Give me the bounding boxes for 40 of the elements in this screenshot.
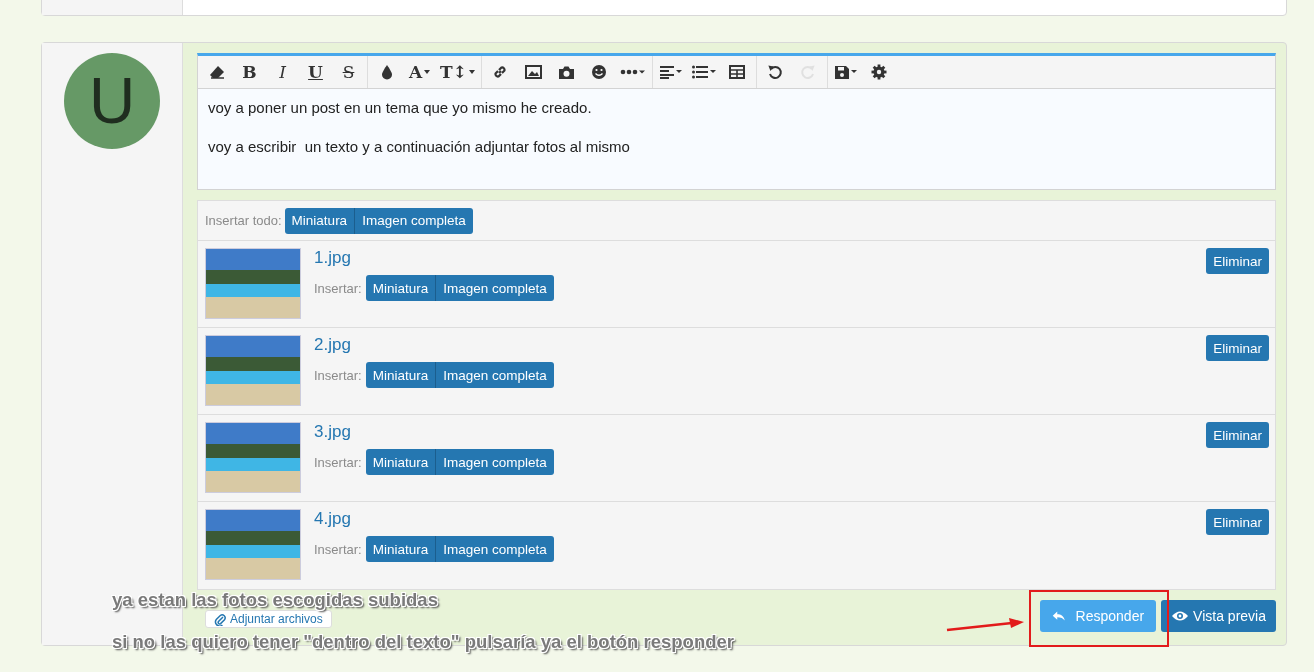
format-button[interactable]: A — [403, 57, 436, 87]
insert-button[interactable]: Miniatura — [365, 536, 436, 562]
paragraph: voy a poner un post en un tema que yo mismo he creado. — [208, 99, 593, 116]
annotation-text: ya estan las fotos escogidas subidas — [112, 589, 438, 610]
insert-button[interactable]: Miniatura — [284, 207, 355, 234]
insert-button[interactable]: Imagen completa — [435, 362, 554, 388]
format-button[interactable]: S — [332, 57, 365, 87]
avatar: U — [64, 53, 160, 149]
annotation-text: si no las quiero tener "dentro del texto" pulsaría ya el botón responder — [112, 631, 734, 652]
format-button[interactable]: U — [299, 57, 332, 87]
insert-label: Insertar: — [314, 541, 362, 557]
eye-icon — [1171, 610, 1190, 622]
insert-button[interactable]: Miniatura — [365, 449, 436, 475]
file-name-link[interactable]: 4.jpg — [314, 509, 351, 529]
insert-label: Insertar: — [314, 367, 362, 383]
format-button[interactable]: T↕ — [436, 57, 479, 87]
reply-button[interactable]: Responder — [1040, 600, 1157, 632]
format-button[interactable]: I — [266, 57, 299, 87]
file-name-link[interactable]: 1.jpg — [314, 248, 351, 268]
file-name-link[interactable]: 3.jpg — [314, 422, 351, 442]
paragraph: voy a escribir un texto y a continuación adjuntar fotos al mismo — [208, 138, 631, 155]
file-name-link[interactable]: 2.jpg — [314, 335, 351, 355]
insert-button[interactable]: Miniatura — [365, 362, 436, 388]
insert-button[interactable]: Imagen completa — [435, 449, 554, 475]
paperclip-icon — [214, 612, 226, 626]
delete-button[interactable]: Eliminar — [1206, 509, 1269, 535]
insert-all-label: Insertar todo: — [205, 213, 282, 228]
insert-label: Insertar: — [314, 454, 362, 470]
insert-button[interactable]: Imagen completa — [354, 207, 473, 234]
insert-button[interactable]: Imagen completa — [435, 275, 554, 301]
editor-text-area[interactable]: voy a poner un post en un tema que yo mismo he creado. voy a escribir un texto y a continuación adjuntar fotos al mismo — [198, 89, 1275, 189]
delete-button[interactable]: Eliminar — [1206, 248, 1269, 274]
delete-button[interactable]: Eliminar — [1206, 335, 1269, 361]
format-button[interactable]: B — [233, 57, 266, 87]
insert-button[interactable]: Imagen completa — [435, 536, 554, 562]
insert-label: Insertar: — [314, 280, 362, 296]
attach-files-button[interactable]: Adjuntar archivos — [205, 610, 332, 628]
insert-button[interactable]: Miniatura — [365, 275, 436, 301]
delete-button[interactable]: Eliminar — [1206, 422, 1269, 448]
preview-button[interactable]: Vista previa — [1161, 600, 1276, 632]
